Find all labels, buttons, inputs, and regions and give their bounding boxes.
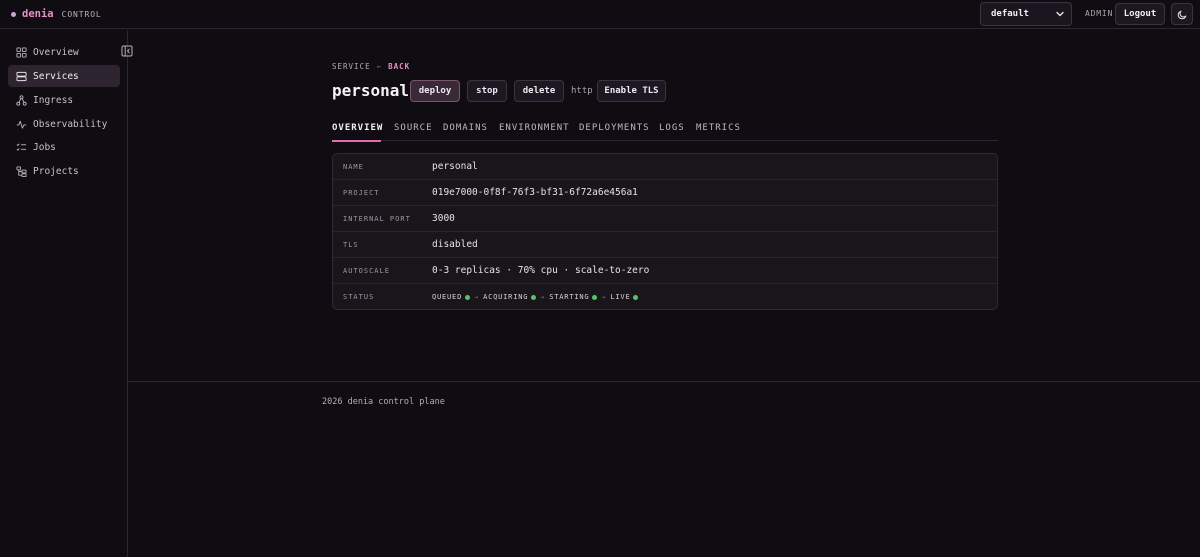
detail-value: personal	[432, 161, 478, 172]
detail-row-name: NAME personal	[333, 154, 997, 180]
status-step-label: QUEUED	[432, 293, 463, 301]
tab-logs[interactable]: LOGS	[659, 123, 685, 133]
tab-overview[interactable]: OVERVIEW	[332, 123, 383, 133]
theme-toggle-button[interactable]	[1171, 3, 1193, 25]
folder-tree-icon	[16, 165, 27, 177]
tab-bar: OVERVIEW SOURCE DOMAINS ENVIRONMENT DEPL…	[332, 123, 998, 142]
sidebar-item-overview[interactable]: Overview	[8, 41, 120, 63]
sidebar-item-ingress[interactable]: Ingress	[8, 89, 120, 111]
sidebar-item-label: Overview	[33, 46, 79, 58]
role-label: ADMIN	[1085, 9, 1114, 18]
status-step-label: LIVE	[610, 293, 631, 301]
status-arrow: →	[601, 293, 607, 301]
namespace-select[interactable]: default	[980, 2, 1072, 26]
breadcrumb: SERVICE ← BACK	[332, 62, 410, 71]
namespace-value: default	[991, 9, 1029, 19]
status-step-acquiring: ACQUIRING	[483, 293, 537, 301]
sidebar-item-observability[interactable]: Observability	[8, 113, 120, 135]
breadcrumb-section: SERVICE	[332, 62, 371, 71]
server-icon	[16, 71, 27, 81]
detail-label: INTERNAL PORT	[343, 215, 411, 223]
status-step-queued: QUEUED	[432, 293, 471, 301]
detail-value: 019e7000-0f8f-76f3-bf31-6f72a6e456a1	[432, 187, 638, 198]
detail-row-autoscale: AUTOSCALE 0-3 replicas · 70% cpu · scale…	[333, 258, 997, 284]
sidebar-item-label: Observability	[33, 118, 108, 130]
detail-label: PROJECT	[343, 189, 380, 197]
status-dot-icon	[531, 294, 537, 300]
detail-row-status: STATUS QUEUED → ACQUIRING → STARTING → L…	[333, 284, 997, 309]
detail-label: AUTOSCALE	[343, 267, 390, 275]
status-step-live: LIVE	[610, 293, 639, 301]
tab-domains[interactable]: DOMAINS	[443, 123, 488, 133]
status-step-label: ACQUIRING	[483, 293, 529, 301]
status-dot-icon	[465, 294, 471, 300]
status-arrow: →	[474, 293, 480, 301]
delete-button[interactable]: delete	[514, 80, 564, 102]
detail-value: 0-3 replicas · 70% cpu · scale-to-zero	[432, 265, 650, 276]
status-arrow: →	[540, 293, 546, 301]
brand-subtitle: CONTROL	[61, 9, 102, 19]
detail-value: disabled	[432, 239, 478, 250]
status-pipeline: QUEUED → ACQUIRING → STARTING → LIVE	[432, 293, 639, 301]
breadcrumb-separator: ←	[376, 62, 383, 71]
detail-row-internal-port: INTERNAL PORT 3000	[333, 206, 997, 232]
footer-divider	[128, 381, 1200, 382]
list-check-icon	[16, 143, 27, 151]
status-dot-icon	[592, 294, 598, 300]
active-tab-indicator	[332, 140, 381, 142]
brand[interactable]: denia CONTROL	[11, 8, 102, 20]
detail-label: STATUS	[343, 293, 375, 301]
status-step-label: STARTING	[549, 293, 590, 301]
detail-label: NAME	[343, 163, 364, 171]
sidebar-item-jobs[interactable]: Jobs	[8, 136, 120, 158]
detail-row-tls: TLS disabled	[333, 232, 997, 258]
detail-value: 3000	[432, 213, 455, 224]
network-icon	[16, 94, 27, 106]
service-details-card: NAME personal PROJECT 019e7000-0f8f-76f3…	[332, 153, 998, 310]
deploy-button[interactable]: deploy	[410, 80, 460, 102]
detail-row-project: PROJECT 019e7000-0f8f-76f3-bf31-6f72a6e4…	[333, 180, 997, 206]
status-step-starting: STARTING	[549, 293, 598, 301]
chevron-down-icon	[1056, 11, 1064, 17]
protocol-label: http	[571, 86, 593, 96]
activity-icon	[16, 120, 27, 129]
status-dot-icon	[633, 294, 639, 300]
sidebar-item-label: Ingress	[33, 94, 74, 106]
tab-deployments[interactable]: DEPLOYMENTS	[579, 123, 650, 133]
sidebar-item-projects[interactable]: Projects	[8, 160, 120, 182]
page-title: personal	[332, 81, 410, 100]
moon-icon	[1177, 10, 1186, 19]
logout-button[interactable]: Logout	[1115, 3, 1165, 25]
tab-source[interactable]: SOURCE	[394, 123, 433, 133]
grid-icon	[16, 46, 27, 58]
sidebar-item-services[interactable]: Services	[8, 65, 120, 87]
sidebar-collapse-icon[interactable]	[121, 45, 133, 57]
back-link[interactable]: BACK	[388, 62, 410, 71]
sidebar-item-label: Projects	[33, 165, 79, 177]
detail-label: TLS	[343, 241, 359, 249]
tab-environment[interactable]: ENVIRONMENT	[499, 123, 570, 133]
brand-dot-icon	[11, 11, 16, 17]
brand-name: denia	[22, 8, 54, 20]
enable-tls-button[interactable]: Enable TLS	[597, 80, 666, 102]
sidebar: Overview Services Ingress Observability …	[0, 30, 133, 557]
sidebar-item-label: Services	[33, 70, 79, 82]
sidebar-item-label: Jobs	[33, 141, 56, 153]
tab-metrics[interactable]: METRICS	[696, 123, 741, 133]
footer-text: 2026 denia control plane	[322, 397, 445, 407]
stop-button[interactable]: stop	[467, 80, 507, 102]
